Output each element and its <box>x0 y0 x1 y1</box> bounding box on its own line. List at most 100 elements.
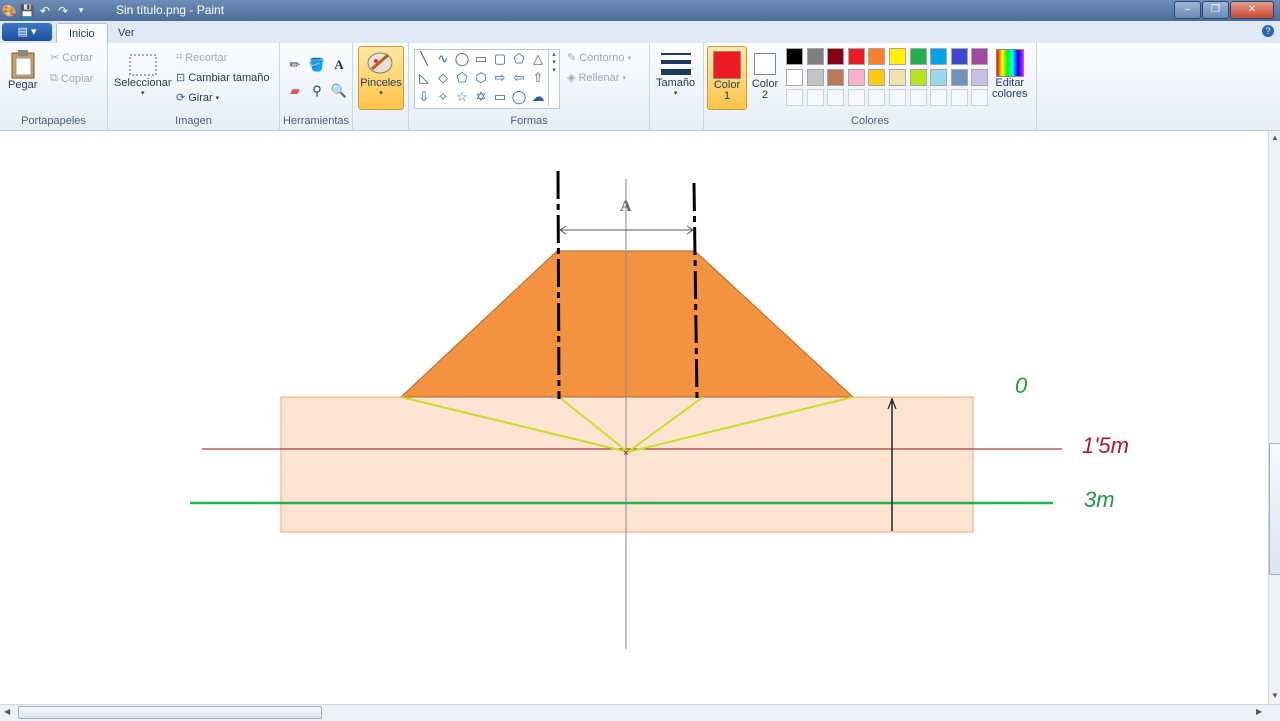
color-swatch[interactable] <box>909 48 927 65</box>
color-swatch[interactable] <box>847 48 865 65</box>
up-arrow-shape-icon[interactable]: ⇧ <box>529 69 547 86</box>
fill-icon: ◈ <box>567 72 576 84</box>
custom-color-slot[interactable] <box>786 89 803 106</box>
horizontal-scrollbar[interactable]: ◀ ▶ <box>0 704 1280 721</box>
scroll-left-icon[interactable]: ◀ <box>4 707 10 716</box>
vertical-scroll-thumb[interactable] <box>1269 443 1280 575</box>
callout-rect-shape-icon[interactable]: ▭ <box>491 88 509 105</box>
color-swatch[interactable] <box>868 48 886 65</box>
paste-button[interactable]: Pegar <box>8 49 37 91</box>
app-menu-button[interactable]: ▤ ▾ <box>2 23 52 41</box>
group-label: Imagen <box>175 115 212 127</box>
redo-icon[interactable]: ↷ <box>56 4 70 18</box>
brushes-button[interactable]: Pinceles ▾ <box>358 46 404 110</box>
five-point-star-shape-icon[interactable]: ☆ <box>453 88 471 105</box>
color1-button[interactable]: Color 1 <box>707 46 747 110</box>
scroll-right-icon[interactable]: ▶ <box>1256 707 1262 716</box>
color-swatch[interactable] <box>868 68 886 86</box>
fill-bucket-icon[interactable]: 🪣 <box>307 55 327 75</box>
color-swatch[interactable] <box>786 48 803 65</box>
color-swatch[interactable] <box>909 68 927 86</box>
canvas-area[interactable]: × A 0 1'5m 3m <box>0 131 1268 704</box>
right-arrow-shape-icon[interactable]: ⇨ <box>491 69 509 86</box>
save-icon[interactable]: 💾 <box>20 4 35 18</box>
rotate-button[interactable]: ⟳ Girar ▾ <box>176 91 220 105</box>
copy-icon: ⧉ <box>50 72 58 84</box>
line-shape-icon[interactable]: ╲ <box>415 50 433 67</box>
color-swatch[interactable] <box>950 68 968 86</box>
six-point-star-shape-icon[interactable]: ✡ <box>472 88 490 105</box>
right-triangle-shape-icon[interactable]: ◺ <box>415 69 433 86</box>
color2-button[interactable]: Color 2 <box>748 46 782 108</box>
triangle-shape-icon[interactable]: △ <box>529 50 547 67</box>
custom-color-slot[interactable] <box>930 89 948 106</box>
custom-color-slot[interactable] <box>950 89 968 106</box>
polygon-shape-icon[interactable]: ⬠ <box>510 50 528 67</box>
outline-button[interactable]: ✎ Contorno ▾ <box>567 51 631 65</box>
rounded-rectangle-shape-icon[interactable]: ▢ <box>491 50 509 67</box>
callout-cloud-shape-icon[interactable]: ☁ <box>529 88 547 105</box>
text-tool-icon[interactable]: A <box>329 55 349 75</box>
pentagon-shape-icon[interactable]: ⬠ <box>453 69 471 86</box>
down-arrow-shape-icon[interactable]: ⇩ <box>415 88 433 105</box>
restore-button[interactable]: ❐ <box>1202 1 1229 19</box>
fill-button[interactable]: ◈ Rellenar ▾ <box>567 71 626 85</box>
customize-qat-icon[interactable]: ▾ <box>74 4 88 18</box>
magnifier-icon[interactable]: 🔍 <box>329 81 349 101</box>
color-swatch[interactable] <box>950 48 968 65</box>
curve-shape-icon[interactable]: ∿ <box>434 50 452 67</box>
hexagon-shape-icon[interactable]: ⬡ <box>472 69 490 86</box>
minimize-button[interactable]: – <box>1174 1 1201 19</box>
copy-button[interactable]: ⧉ Copiar <box>50 72 93 85</box>
left-arrow-shape-icon[interactable]: ⇦ <box>510 69 528 86</box>
resize-button[interactable]: ⊡ Cambiar tamaño <box>176 71 270 85</box>
color-swatch[interactable] <box>786 68 803 86</box>
help-icon[interactable]: ? <box>1262 25 1274 37</box>
color-swatch[interactable] <box>806 48 824 65</box>
custom-color-slot[interactable] <box>971 89 989 106</box>
color-swatch[interactable] <box>930 48 948 65</box>
horizontal-scroll-thumb[interactable] <box>18 706 322 719</box>
color-swatch[interactable] <box>827 68 845 86</box>
four-point-star-shape-icon[interactable]: ✧ <box>434 88 452 105</box>
color-swatch[interactable] <box>930 68 948 86</box>
drawing-canvas[interactable]: × A 0 1'5m 3m <box>0 131 1268 704</box>
custom-color-slot[interactable] <box>909 89 927 106</box>
eraser-icon[interactable]: ▰ <box>285 81 305 101</box>
color-swatch[interactable] <box>889 48 906 65</box>
vertical-scrollbar[interactable]: ▲ ▼ <box>1268 131 1280 704</box>
tab-inicio[interactable]: Inicio <box>56 23 108 44</box>
paint-app-icon[interactable]: 🎨 <box>2 4 17 18</box>
color-swatch[interactable] <box>847 68 865 86</box>
color-swatch[interactable] <box>806 68 824 86</box>
close-button[interactable]: ✕ <box>1230 1 1274 19</box>
oval-shape-icon[interactable]: ◯ <box>453 50 471 67</box>
pencil-icon[interactable]: ✏ <box>285 55 305 75</box>
rectangle-shape-icon[interactable]: ▭ <box>472 50 490 67</box>
tab-ver[interactable]: Ver <box>106 23 147 43</box>
select-button[interactable]: Seleccionar ▾ <box>114 53 171 97</box>
custom-color-slot[interactable] <box>889 89 906 106</box>
edit-colors-button[interactable]: Editar colores <box>992 49 1027 100</box>
shapes-gallery-scroll[interactable]: ▴ ▾ ▾ <box>548 50 559 106</box>
diamond-shape-icon[interactable]: ◇ <box>434 69 452 86</box>
group-label: Colores <box>851 115 889 127</box>
size-button[interactable]: Tamaño ▾ <box>656 51 695 97</box>
chevron-down-icon: ▾ <box>673 90 678 97</box>
color-swatch[interactable] <box>971 68 989 86</box>
color-swatch[interactable] <box>889 68 906 86</box>
color-swatch[interactable] <box>827 48 845 65</box>
undo-icon[interactable]: ↶ <box>38 4 52 18</box>
scroll-up-icon[interactable]: ▲ <box>1271 133 1279 142</box>
scroll-down-icon[interactable]: ▼ <box>1271 691 1279 700</box>
custom-color-slot[interactable] <box>806 89 824 106</box>
callout-oval-shape-icon[interactable]: ◯ <box>510 88 528 105</box>
custom-color-slot[interactable] <box>827 89 845 106</box>
cut-button[interactable]: ✂ Cortar <box>50 51 93 65</box>
color-picker-icon[interactable]: ⚲ <box>307 81 327 101</box>
crop-button[interactable]: ⌗ Recortar <box>176 51 227 64</box>
custom-color-slot[interactable] <box>868 89 886 106</box>
color-swatch[interactable] <box>971 48 989 65</box>
chevron-down-icon: ▾ <box>215 94 220 102</box>
custom-color-slot[interactable] <box>847 89 865 106</box>
